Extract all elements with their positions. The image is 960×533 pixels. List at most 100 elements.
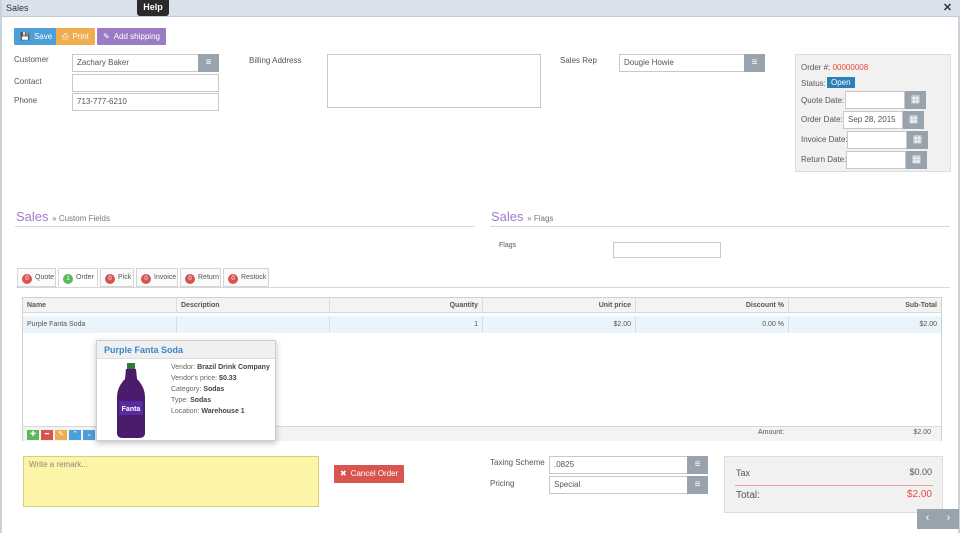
quote-date-input[interactable] — [845, 91, 905, 109]
remark-textarea[interactable]: Write a remark... — [23, 456, 319, 507]
order-date-input[interactable]: Sep 28, 2015 — [843, 111, 903, 129]
totals-panel: Tax $0.00 Total: $2.00 — [724, 456, 943, 513]
vendor-price-line: Vendor's price: $0.33 — [171, 375, 237, 382]
tab-invoice[interactable]: 0 Invoice — [136, 268, 178, 287]
window-title: Sales — [6, 3, 29, 13]
flags-heading: Sales » Flags — [491, 209, 554, 224]
status-badge: Open — [827, 77, 855, 88]
svg-text:Fanta: Fanta — [122, 406, 141, 413]
quote-date-picker[interactable]: ▦ — [905, 91, 926, 109]
column-header-description[interactable]: Description — [177, 298, 330, 313]
category-line: Category: Sodas — [171, 386, 225, 393]
vendor-line: Vendor: Brazil Drink Company — [171, 364, 270, 371]
product-tooltip-title: Purple Fanta Soda — [97, 341, 275, 359]
customer-label: Customer — [14, 55, 49, 64]
tab-order[interactable]: 1 Order — [58, 268, 98, 287]
tax-value: $0.00 — [909, 467, 932, 477]
column-header-name[interactable]: Name — [23, 298, 177, 313]
tab-pick[interactable]: 0 Pick — [100, 268, 134, 287]
flags-input[interactable] — [613, 242, 721, 258]
invoice-date-picker[interactable]: ▦ — [907, 131, 928, 149]
list-icon: ≡ — [694, 459, 701, 470]
cell-subtotal: $2.00 — [789, 316, 941, 333]
cancel-order-button[interactable]: ✖ Cancel Order — [334, 465, 405, 483]
tax-label: Tax — [736, 468, 751, 478]
edit-row-icon[interactable]: ✎ — [55, 430, 67, 440]
customer-list-button[interactable]: ≡ — [198, 54, 219, 72]
contact-input[interactable] — [72, 74, 219, 92]
tab-count-badge: 0 — [185, 274, 195, 284]
move-down-icon[interactable]: ⌄ — [83, 430, 95, 440]
taxing-scheme-input[interactable]: .0825 — [549, 456, 688, 474]
tab-count-badge: 0 — [105, 274, 115, 284]
order-number-label: Order #: 00000008 — [801, 63, 869, 72]
cell-description — [177, 316, 330, 333]
phone-input[interactable]: 713-777-6210 — [72, 93, 219, 111]
list-icon: ≡ — [751, 57, 758, 68]
chevron-right-icon: › — [946, 512, 951, 524]
add-shipping-button[interactable]: ✎ Add shipping — [97, 28, 166, 45]
close-icon[interactable]: ✕ — [941, 2, 954, 15]
pricing-list-button[interactable]: ≡ — [687, 476, 708, 494]
column-header-discount[interactable]: Discount % — [636, 298, 789, 313]
phone-label: Phone — [14, 96, 38, 105]
customer-input[interactable]: Zachary Baker — [72, 54, 199, 72]
tab-quote[interactable]: 0 Quote — [17, 268, 56, 287]
return-date-picker[interactable]: ▦ — [906, 151, 927, 169]
print-icon: ⎙ — [62, 32, 69, 41]
tab-count-badge: 0 — [228, 274, 238, 284]
calendar-icon: ▦ — [910, 94, 921, 105]
move-up-icon[interactable]: ⌃ — [69, 430, 81, 440]
order-number: 00000008 — [832, 63, 869, 72]
sales-window: Sales ✕ Help 💾 Save ⎙ Print ✎ Add shipping … — [0, 0, 960, 533]
column-header-quantity[interactable]: Quantity — [330, 298, 483, 313]
close-icon: ✖ — [340, 469, 347, 478]
return-date-input[interactable] — [846, 151, 906, 169]
save-button[interactable]: 💾 Save — [14, 28, 59, 45]
tab-return[interactable]: 0 Return — [180, 268, 221, 287]
list-icon: ≡ — [205, 57, 212, 68]
sales-rep-list-button[interactable]: ≡ — [744, 54, 765, 72]
invoice-date-input[interactable] — [847, 131, 907, 149]
billing-address-label: Billing Address — [249, 56, 302, 65]
total-label: Total: — [736, 490, 760, 501]
order-info-panel: Order #: 00000008 Status: Open Quote Dat… — [795, 54, 951, 172]
tab-count-badge: 0 — [22, 274, 32, 284]
custom-fields-heading: Sales » Custom Fields — [16, 209, 110, 224]
tab-strip-border — [16, 287, 950, 288]
sales-rep-input[interactable]: Dougie Howie — [619, 54, 745, 72]
soda-bottle-image: Fanta — [117, 363, 145, 438]
location-line: Location: Warehouse 1 — [171, 408, 245, 415]
cell-discount: 0.00 % — [636, 316, 789, 333]
add-row-icon[interactable]: ✚ — [27, 430, 39, 440]
column-header-subtotal[interactable]: Sub-Total — [789, 298, 941, 313]
divider — [490, 226, 950, 227]
tab-restock[interactable]: 0 Restock — [223, 268, 269, 287]
calendar-icon: ▦ — [911, 154, 922, 165]
flags-label: Flags — [499, 242, 517, 249]
previous-button[interactable]: ‹ — [917, 509, 938, 529]
save-icon: 💾 — [20, 32, 30, 41]
chevron-left-icon: ‹ — [925, 512, 930, 524]
column-header-unit-price[interactable]: Unit price — [483, 298, 636, 313]
order-date-picker[interactable]: ▦ — [903, 111, 924, 129]
amount-value: $2.00 — [913, 429, 931, 436]
amount-label: Amount: — [758, 429, 785, 436]
product-tooltip: Purple Fanta Soda Fanta Vendor: Brazil D… — [96, 340, 276, 441]
calendar-icon: ▦ — [912, 134, 923, 145]
divider — [735, 485, 933, 486]
type-line: Type: Sodas — [171, 397, 212, 404]
pricing-input[interactable]: Special — [549, 476, 688, 494]
help-tooltip: Help — [137, 0, 169, 16]
billing-address-input[interactable] — [327, 54, 541, 108]
cell-unit-price: $2.00 — [483, 316, 636, 333]
next-button[interactable]: › — [938, 509, 959, 529]
invoice-date-label: Invoice Date: — [801, 135, 848, 144]
remove-row-icon[interactable]: ━ — [41, 430, 53, 440]
taxing-scheme-list-button[interactable]: ≡ — [687, 456, 708, 474]
print-button[interactable]: ⎙ Print — [56, 28, 95, 45]
cell-name: Purple Fanta Soda — [23, 316, 177, 333]
quote-date-label: Quote Date: — [801, 96, 845, 105]
tab-count-badge: 1 — [63, 274, 73, 284]
status-label: Status: — [801, 79, 826, 88]
